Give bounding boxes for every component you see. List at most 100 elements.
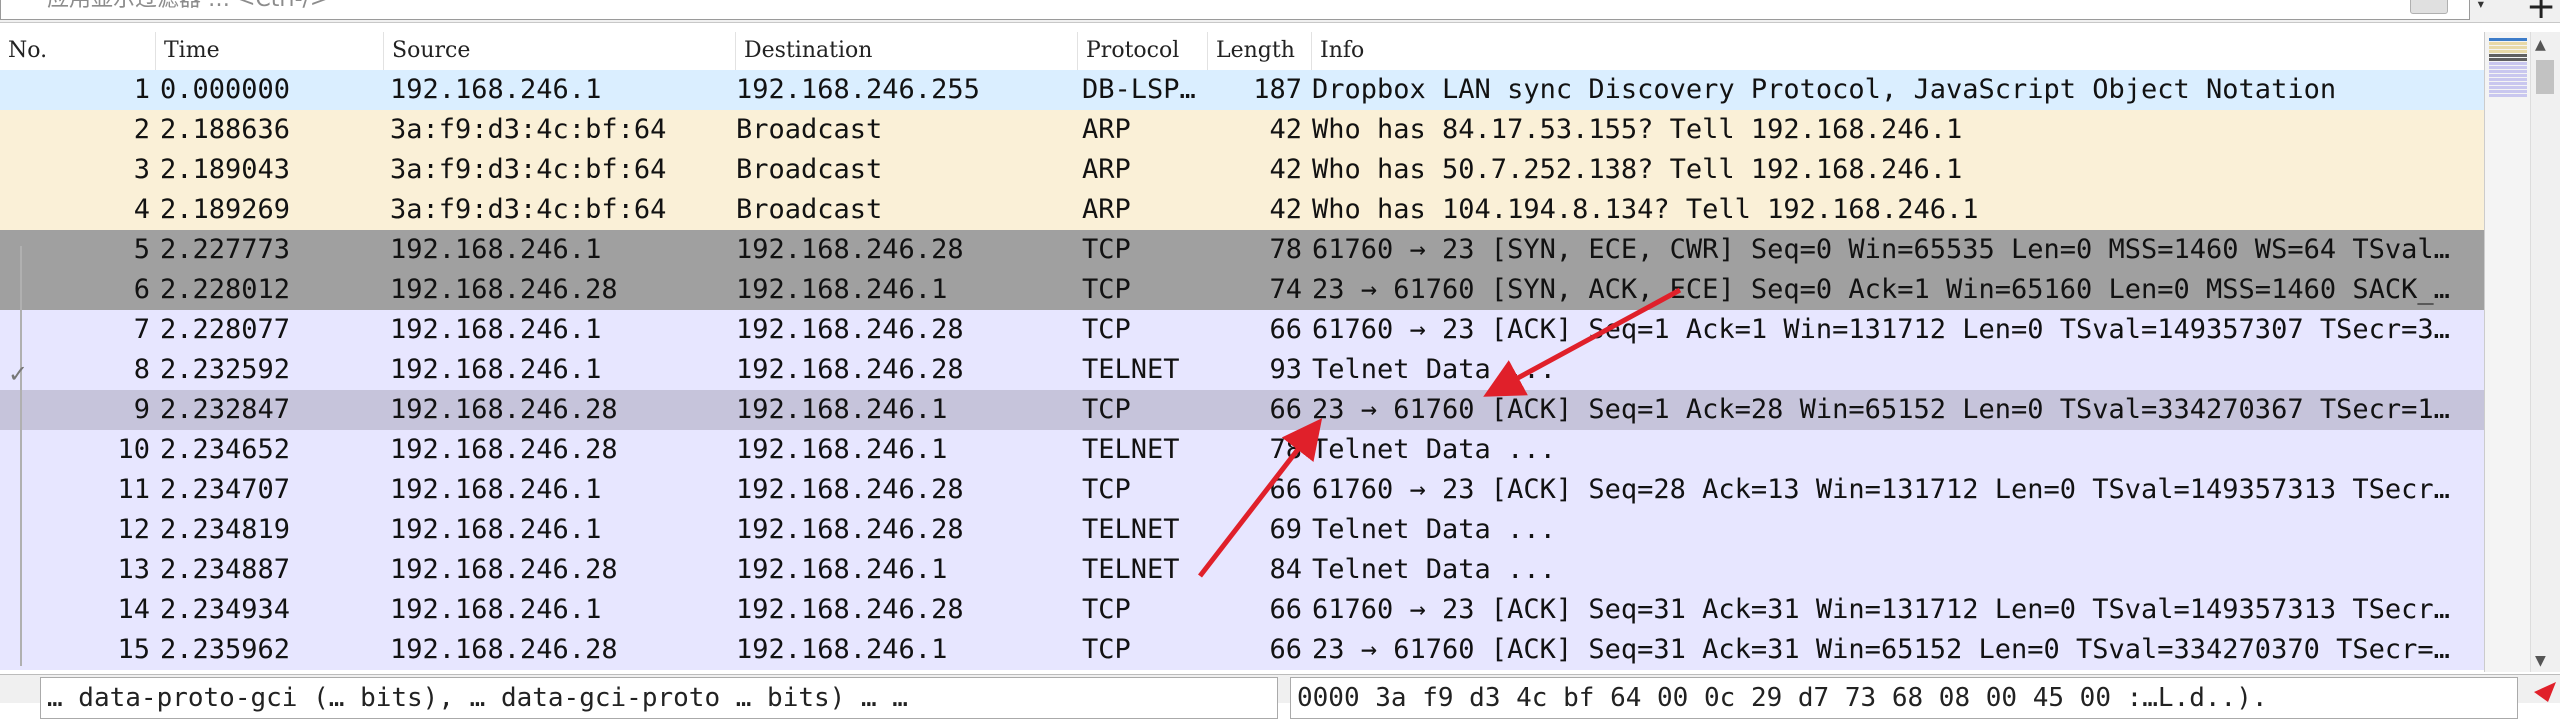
packet-protocol: TCP [1082,234,1131,265]
packet-row[interactable]: 9 2.232847 192.168.246.28 192.168.246.1 TCP 6… [0,390,2484,430]
packet-length: 42 [1269,194,1302,225]
column-header-info[interactable]: Info [1312,32,2484,70]
packet-length: 74 [1269,274,1302,305]
packet-bytes-pane[interactable]: 0000 3a f9 d3 4c bf 64 00 0c 29 d7 73 68… [1290,677,2518,719]
packet-number: 12 [117,514,150,545]
packet-info: Telnet Data ... [1312,514,1556,545]
packet-time: 2.232847 [160,394,291,425]
packet-details-pane[interactable]: … data-proto-gci (… bits), … data-gci-pr… [40,677,1278,719]
vertical-scrollbar[interactable] [2530,32,2560,672]
packet-time: 2.235962 [160,634,291,665]
packet-number: 6 [133,274,150,305]
packet-info: 23 → 61760 [ACK] Seq=1 Ack=28 Win=65152 … [1312,394,2450,425]
packet-protocol: TELNET [1082,514,1180,545]
packet-row[interactable]: 8 2.232592 192.168.246.1 192.168.246.28 TELN… [0,350,2484,390]
column-header-source[interactable]: Source [384,32,736,70]
minimap-line [2489,70,2527,73]
packet-row[interactable]: 11 2.234707 192.168.246.1 192.168.246.28 TCP… [0,470,2484,510]
packet-time: 2.228012 [160,274,291,305]
packet-time: 2.227773 [160,234,291,265]
packet-row[interactable]: 7 2.228077 192.168.246.1 192.168.246.28 TCP 6… [0,310,2484,350]
packet-protocol: TCP [1082,594,1131,625]
packet-info: Who has 84.17.53.155? Tell 192.168.246.1 [1312,114,1963,145]
column-header-no[interactable]: No. [0,32,156,70]
packet-info: Telnet Data ... [1312,354,1556,385]
packet-destination: 192.168.246.1 [736,274,948,305]
packet-source: 3a:f9:d3:4c:bf:64 [390,194,667,225]
packet-row[interactable]: 15 2.235962 192.168.246.28 192.168.246.1 TCP… [0,630,2484,670]
packet-number: 5 [133,234,150,265]
packet-info: 61760 → 23 [ACK] Seq=1 Ack=1 Win=131712 … [1312,314,2450,345]
related-packet-line [20,246,22,666]
packet-length: 66 [1269,474,1302,505]
packet-destination: Broadcast [736,114,883,145]
scrollbar-thumb[interactable] [2536,60,2554,94]
packet-row[interactable]: 12 2.234819 192.168.246.1 192.168.246.28 TEL… [0,510,2484,550]
column-header-time[interactable]: Time [156,32,384,70]
packet-protocol: TCP [1082,314,1131,345]
chevron-down-icon[interactable]: ▾ [2476,0,2486,13]
packet-list-header: No. Time Source Destination Protocol Len… [0,32,2484,71]
packet-protocol: TCP [1082,474,1131,505]
display-filter-input[interactable]: 应用显示过滤器 … <Ctrl-/> [0,0,2470,20]
packet-row[interactable]: 2 2.188636 3a:f9:d3:4c:bf:64 Broadcast ARP 42… [0,110,2484,150]
packet-info: 23 → 61760 [SYN, ACK, ECE] Seq=0 Ack=1 W… [1312,274,2450,305]
packet-source: 192.168.246.1 [390,74,602,105]
packet-protocol: DB-LSP… [1082,74,1196,105]
packet-protocol: TELNET [1082,434,1180,465]
packet-length: 69 [1269,514,1302,545]
packet-source: 192.168.246.1 [390,314,602,345]
packet-list: 1 0.000000 192.168.246.1 192.168.246.255 DB-… [0,70,2484,670]
packet-info: 23 → 61760 [ACK] Seq=31 Ack=31 Win=65152… [1312,634,2450,665]
packet-length: 84 [1269,554,1302,585]
scroll-down-icon[interactable]: ▼ [2535,650,2546,671]
packet-protocol: ARP [1082,114,1131,145]
packet-row[interactable]: 10 2.234652 192.168.246.28 192.168.246.1 TEL… [0,430,2484,470]
packet-time: 0.000000 [160,74,291,105]
column-header-length[interactable]: Length [1208,32,1312,70]
column-header-destination[interactable]: Destination [736,32,1078,70]
add-filter-button[interactable]: + [2526,0,2556,27]
packet-row[interactable]: 3 2.189043 3a:f9:d3:4c:bf:64 Broadcast ARP 42… [0,150,2484,190]
packet-time: 2.234707 [160,474,291,505]
scroll-up-icon[interactable]: ▲ [2535,34,2546,55]
packet-length: 66 [1269,594,1302,625]
packet-length: 66 [1269,314,1302,345]
packet-protocol: TCP [1082,274,1131,305]
minimap-line [2489,94,2527,97]
packet-destination: Broadcast [736,194,883,225]
packet-destination: 192.168.246.1 [736,394,948,425]
packet-row[interactable]: 1 0.000000 192.168.246.1 192.168.246.255 DB-… [0,70,2484,110]
packet-info: Telnet Data ... [1312,554,1556,585]
packet-destination: 192.168.246.255 [736,74,980,105]
packet-time: 2.234887 [160,554,291,585]
packet-length: 78 [1269,434,1302,465]
packet-number: 13 [117,554,150,585]
packet-row[interactable]: 5 2.227773 192.168.246.1 192.168.246.28 TCP 7… [0,230,2484,270]
packet-source: 192.168.246.1 [390,514,602,545]
packet-row[interactable]: 6 2.228012 192.168.246.28 192.168.246.1 TCP 7… [0,270,2484,310]
packet-time: 2.234819 [160,514,291,545]
packet-source: 192.168.246.28 [390,394,618,425]
packet-minimap[interactable] [2484,32,2531,672]
packet-number: 10 [117,434,150,465]
packet-info: Dropbox LAN sync Discovery Protocol, Jav… [1312,74,2337,105]
packet-number: 1 [133,74,150,105]
minimap-line [2489,78,2527,81]
packet-length: 42 [1269,154,1302,185]
related-packet-tick-icon: ✓ [8,360,29,388]
packet-source: 192.168.246.28 [390,634,618,665]
packet-row[interactable]: 14 2.234934 192.168.246.1 192.168.246.28 TCP… [0,590,2484,630]
packet-protocol: TELNET [1082,554,1180,585]
packet-number: 14 [117,594,150,625]
packet-row[interactable]: 13 2.234887 192.168.246.28 192.168.246.1 TEL… [0,550,2484,590]
packet-destination: 192.168.246.28 [736,514,964,545]
packet-length: 78 [1269,234,1302,265]
packet-source: 192.168.246.28 [390,274,618,305]
minimap-line [2489,86,2527,89]
column-header-protocol[interactable]: Protocol [1078,32,1208,70]
minimap-line [2489,82,2527,85]
minimap-line [2489,50,2527,53]
apply-filter-arrow-icon[interactable] [2410,0,2448,14]
packet-row[interactable]: 4 2.189269 3a:f9:d3:4c:bf:64 Broadcast ARP 42… [0,190,2484,230]
